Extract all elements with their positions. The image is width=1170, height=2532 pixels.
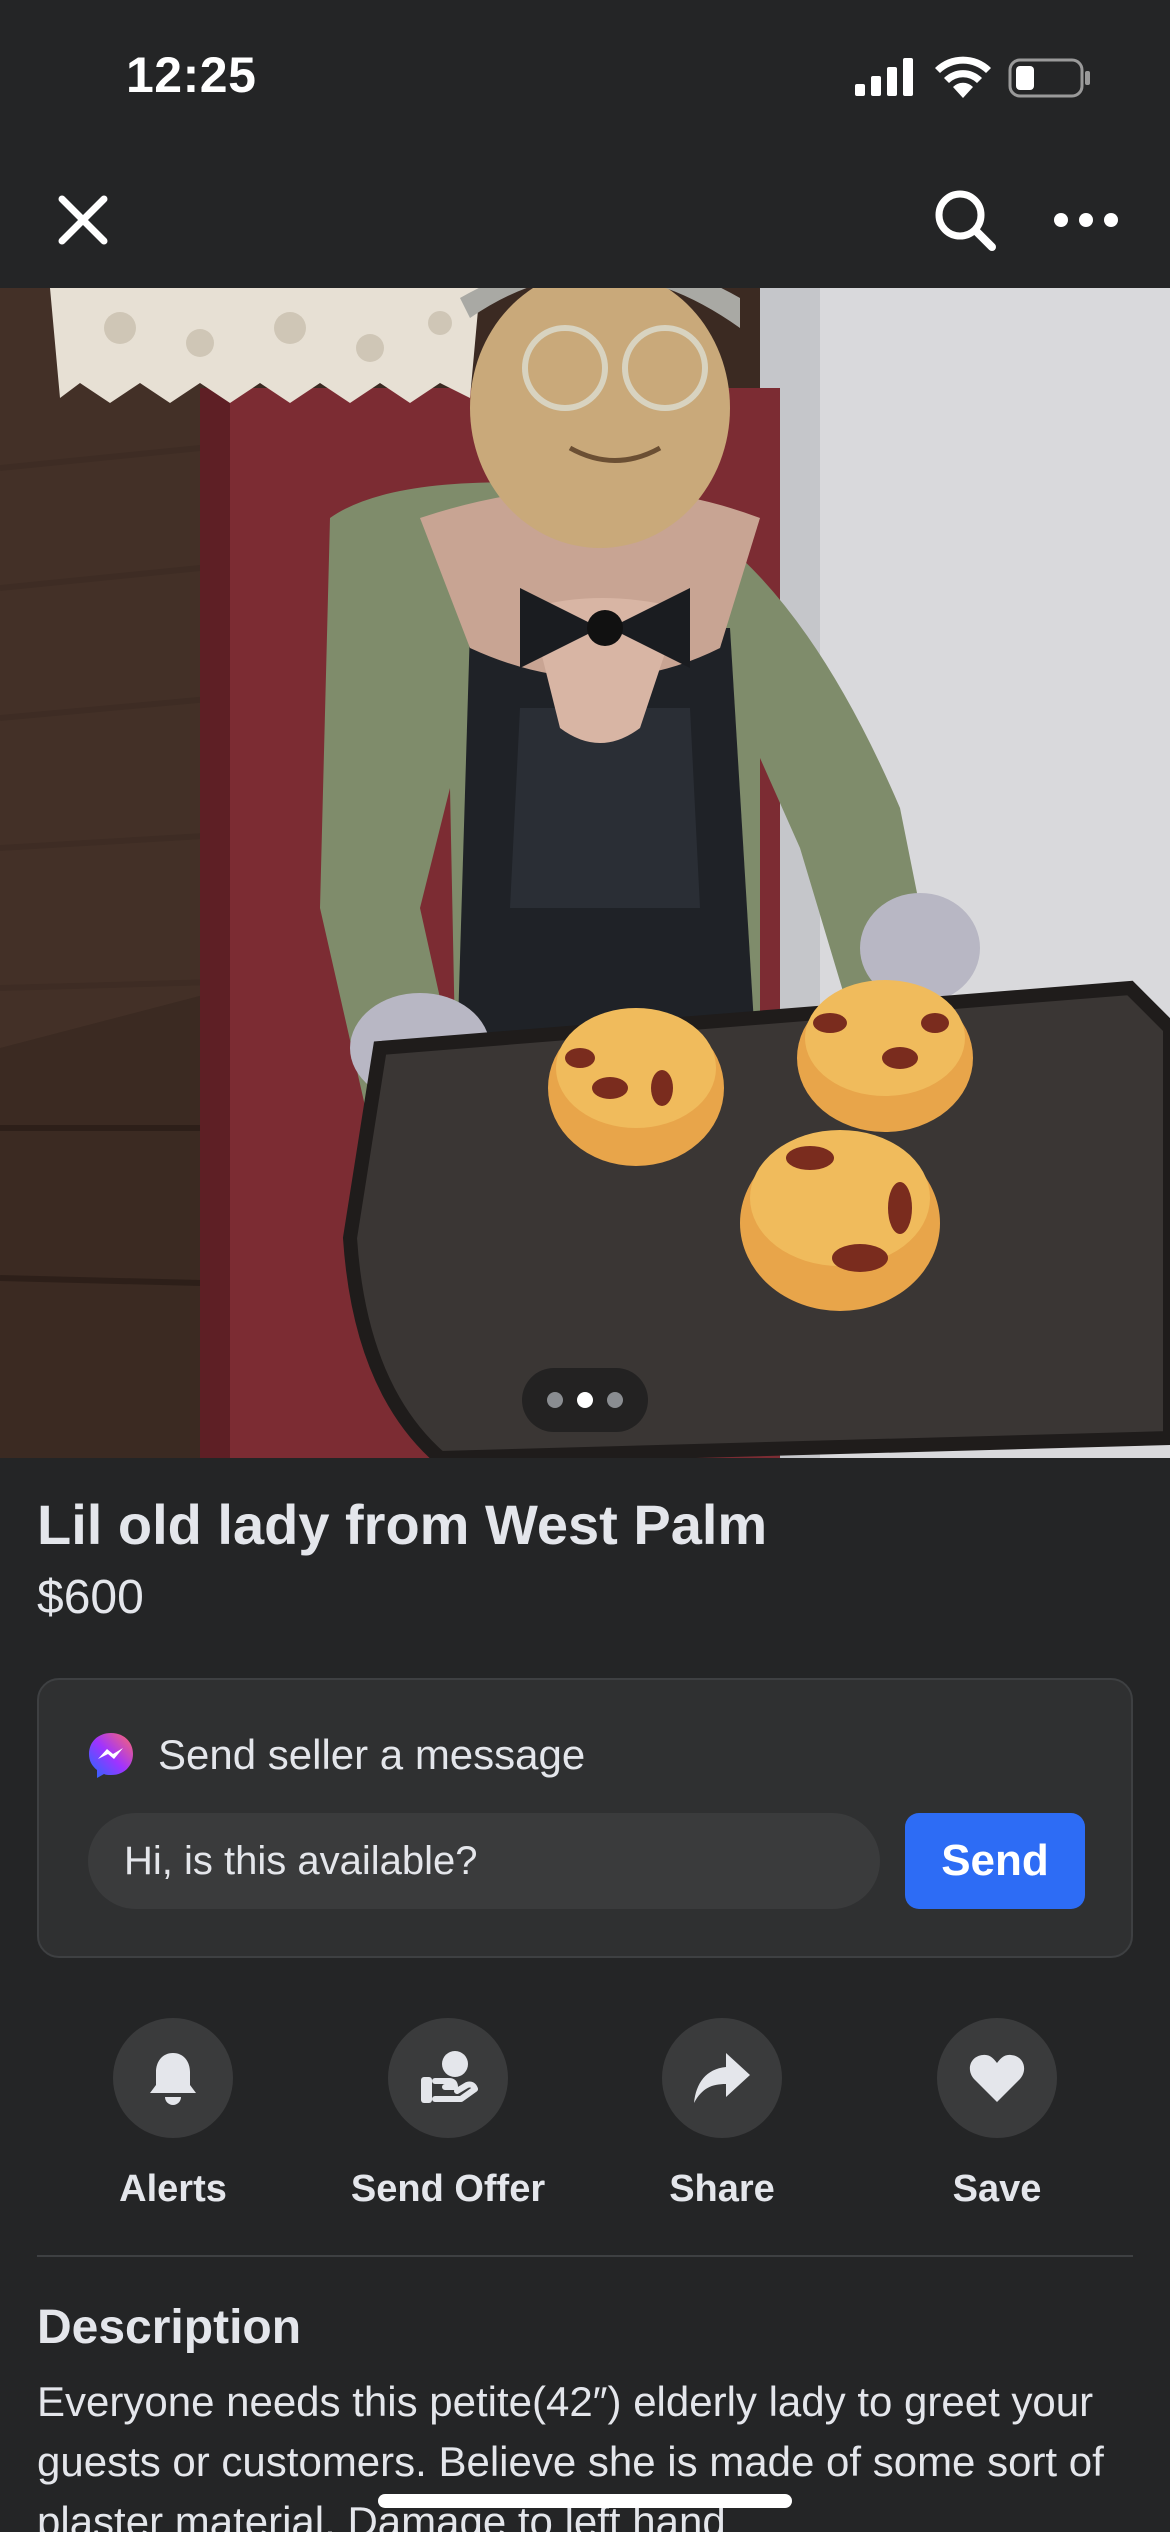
message-input[interactable]: Hi, is this available?	[88, 1813, 880, 1909]
close-button[interactable]	[43, 180, 123, 260]
send-offer-button[interactable]: Send Offer	[311, 2018, 585, 2211]
listing-actions: Alerts Send Offer Share Save	[0, 2018, 1170, 2218]
message-card-header: Send seller a message	[86, 1730, 585, 1780]
share-button[interactable]: Share	[585, 2018, 859, 2211]
share-arrow-icon	[694, 2053, 750, 2103]
pager-dot	[607, 1392, 623, 1408]
messenger-icon	[89, 1733, 133, 1778]
save-circle	[937, 2018, 1057, 2138]
send-offer-circle	[388, 2018, 508, 2138]
listing-title: Lil old lady from West Palm	[37, 1493, 768, 1556]
save-label: Save	[952, 2168, 1042, 2210]
search-button[interactable]	[925, 180, 1005, 260]
bell-icon	[150, 2053, 196, 2105]
top-nav-bar	[0, 150, 1170, 288]
listing-price: $600	[37, 1571, 144, 1624]
description-heading: Description	[37, 2301, 302, 2354]
listing-photo[interactable]	[0, 288, 1170, 1458]
send-button[interactable]: Send	[905, 1813, 1085, 1909]
close-icon	[58, 195, 108, 245]
offer-hand-icon	[421, 2051, 478, 2103]
more-options-button[interactable]	[1046, 180, 1126, 260]
pager-dot-active	[577, 1392, 593, 1408]
pager-dot	[547, 1392, 563, 1408]
alerts-label: Alerts	[119, 2168, 227, 2210]
photo-pager	[522, 1368, 648, 1432]
more-icon	[1054, 213, 1118, 227]
battery-icon	[1008, 58, 1090, 98]
wifi-icon	[935, 56, 991, 98]
description-body: Everyone needs this petite(42″) elderly …	[37, 2378, 1104, 2532]
status-bar: 12:25	[0, 0, 1170, 150]
search-icon	[935, 190, 996, 251]
send-offer-label: Send Offer	[350, 2168, 546, 2210]
message-card-heading: Send seller a message	[158, 1731, 586, 1778]
heart-icon	[969, 2054, 1025, 2102]
alerts-button[interactable]: Alerts	[36, 2018, 310, 2211]
alerts-circle	[113, 2018, 233, 2138]
save-button[interactable]: Save	[860, 2018, 1134, 2211]
status-time: 12:25	[126, 47, 257, 103]
section-divider	[37, 2255, 1133, 2257]
send-message-card: Send seller a message Hi, is this availa…	[37, 1678, 1133, 1958]
home-indicator[interactable]	[378, 2494, 792, 2508]
share-circle	[662, 2018, 782, 2138]
figurine-photo-illustration	[0, 288, 1170, 1458]
cellular-signal-icon	[855, 58, 913, 96]
marketplace-listing-screen: 12:25 Lil old lady from West Palm $600 S…	[0, 0, 1170, 2532]
share-label: Share	[669, 2168, 775, 2210]
